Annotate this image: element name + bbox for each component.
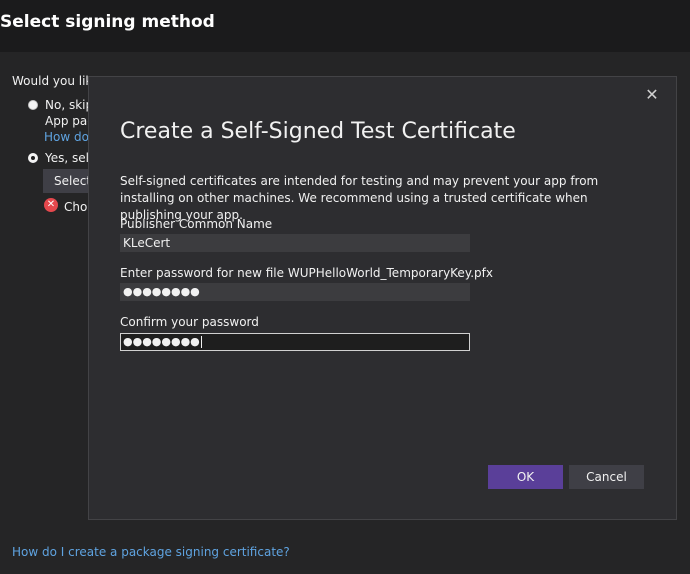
confirm-password-field[interactable]: ●●●●●●●● — [120, 333, 470, 351]
radio-yes-select[interactable] — [28, 153, 38, 163]
page-title: Select signing method — [0, 12, 215, 32]
cancel-button[interactable]: Cancel — [569, 465, 644, 489]
ok-button[interactable]: OK — [488, 465, 563, 489]
confirm-password-label: Confirm your password — [120, 315, 259, 329]
publisher-name-label: Publisher Common Name — [120, 217, 273, 231]
select-certificate-button[interactable]: Select — [43, 169, 93, 193]
page-header: Select signing method — [0, 0, 690, 52]
option-no-help-link[interactable]: How do — [44, 130, 89, 144]
text-caret — [200, 336, 202, 348]
dialog-title: Create a Self-Signed Test Certificate — [120, 119, 516, 144]
create-certificate-dialog: ✕ Create a Self-Signed Test Certificate … — [88, 76, 677, 520]
signing-question: Would you like — [12, 74, 100, 88]
publisher-name-field[interactable]: KLeCert — [120, 234, 470, 252]
radio-no-skip[interactable] — [28, 100, 38, 110]
close-icon[interactable]: ✕ — [642, 85, 662, 105]
option-no-label: No, skip — [45, 98, 94, 112]
password-field[interactable]: ●●●●●●●● — [120, 283, 470, 301]
password-value: ●●●●●●●● — [123, 285, 200, 298]
option-no-description: App pac — [45, 114, 94, 128]
create-certificate-help-link[interactable]: How do I create a package signing certif… — [12, 545, 290, 559]
publisher-name-value: KLeCert — [123, 236, 171, 250]
error-icon: ✕ — [44, 198, 58, 212]
confirm-password-value: ●●●●●●●● — [123, 335, 200, 348]
password-label: Enter password for new file WUPHelloWorl… — [120, 266, 493, 280]
